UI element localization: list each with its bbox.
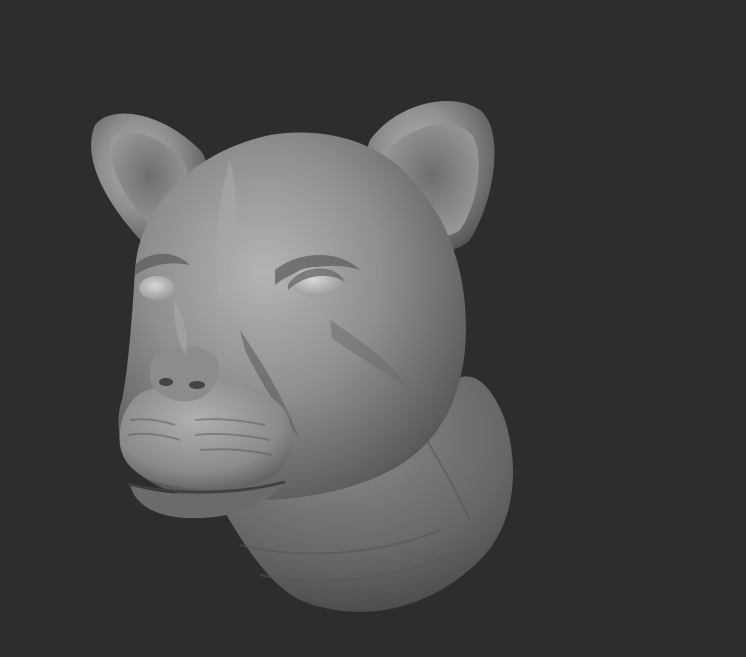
- 3d-viewport[interactable]: [0, 0, 746, 657]
- model-nostril-right: [189, 381, 205, 389]
- model-muzzle: [119, 381, 293, 490]
- sculpt-model[interactable]: [0, 0, 746, 657]
- model-nostril-left: [159, 378, 173, 386]
- model-eye-left: [139, 276, 175, 300]
